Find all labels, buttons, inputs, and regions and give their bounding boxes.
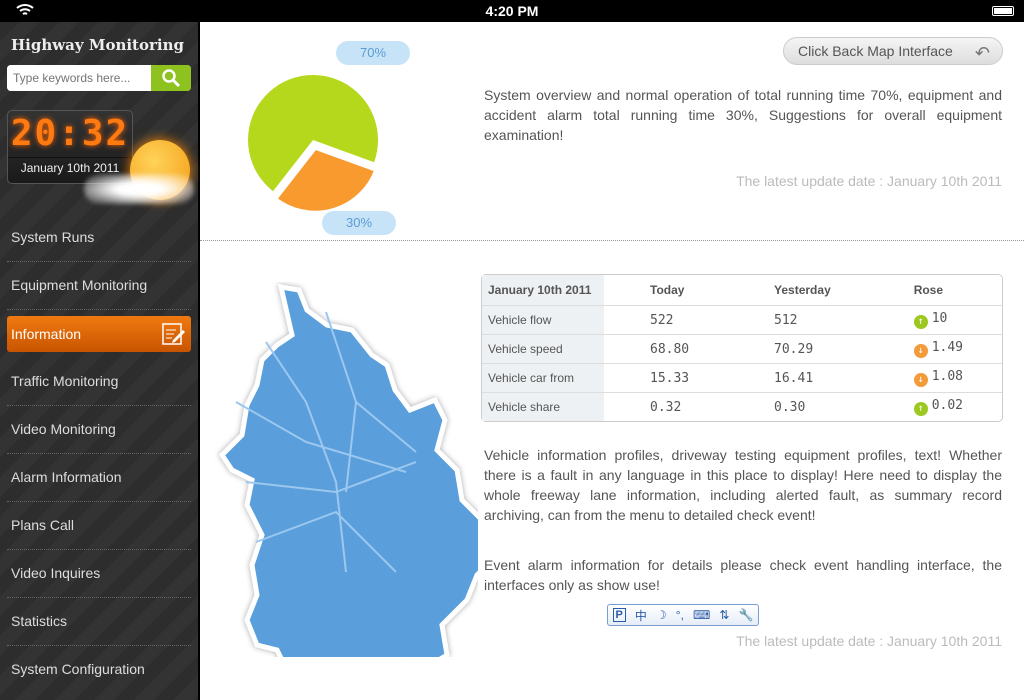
- table-header-today: Today: [650, 283, 685, 297]
- status-time: 4:20 PM: [485, 3, 539, 19]
- sidebar-item-traffic-monitoring[interactable]: Traffic Monitoring: [7, 358, 191, 406]
- sidebar-item-equipment-monitoring[interactable]: Equipment Monitoring: [7, 262, 191, 310]
- row-rose: ↑ 0.02: [877, 392, 1002, 421]
- search-button[interactable]: [151, 65, 191, 91]
- ime-wrench-icon[interactable]: 🔧: [738, 608, 753, 622]
- sidebar-item-label: Video Inquires: [11, 565, 101, 581]
- pie-chart: [248, 74, 379, 215]
- row-yesterday: 70.29: [728, 334, 878, 363]
- table-header-date: January 10th 2011: [482, 275, 604, 305]
- pie-label-alarm: 30%: [322, 211, 396, 235]
- row-today: 0.32: [604, 392, 729, 421]
- row-label: Vehicle speed: [482, 334, 604, 363]
- search-icon: [162, 69, 181, 88]
- row-rose: ↑ 10: [877, 305, 1002, 334]
- row-yesterday: 0.30: [728, 392, 878, 421]
- battery-icon: [992, 6, 1014, 16]
- ime-toolbar[interactable]: P 中 ☽ °, ⌨ ⇅ 🔧: [607, 604, 759, 626]
- sidebar-item-label: Equipment Monitoring: [11, 277, 148, 293]
- ime-moon-icon[interactable]: ☽: [656, 608, 667, 622]
- row-label: Vehicle share: [482, 392, 604, 421]
- search-input[interactable]: [7, 65, 151, 91]
- cloud-icon: [84, 174, 194, 204]
- row-rose-value: 0.02: [931, 398, 963, 413]
- section-divider: [200, 240, 1024, 241]
- row-label: Vehicle flow: [482, 305, 604, 334]
- sidebar-item-label: Traffic Monitoring: [11, 373, 119, 389]
- sidebar-nav: System Runs Equipment Monitoring Informa…: [7, 214, 191, 694]
- vehicle-info-text: Vehicle information profiles, driveway t…: [484, 447, 1002, 523]
- row-yesterday: 512: [728, 305, 878, 334]
- row-today: 15.33: [604, 363, 729, 392]
- clock-widget: 20:32 January 10th 2011: [7, 110, 133, 184]
- ime-chinese-toggle[interactable]: 中: [635, 607, 647, 624]
- sidebar: Highway Monitoring 20:32 January 10th 20…: [0, 22, 198, 700]
- table-header-rose: Rose: [913, 283, 944, 297]
- region-map: [218, 283, 478, 657]
- table-header-yesterday: Yesterday: [774, 283, 831, 297]
- table-row: Vehicle flow 522 512 ↑ 10: [482, 305, 1002, 334]
- overview-text: System overview and normal operation of …: [484, 87, 1002, 143]
- ime-punctuation-toggle[interactable]: °,: [676, 608, 684, 622]
- sidebar-item-alarm-information[interactable]: Alarm Information: [7, 454, 191, 502]
- sidebar-item-label: System Configuration: [11, 661, 145, 677]
- vehicle-table: January 10th 2011 Today Yesterday Rose V…: [481, 274, 1003, 422]
- sidebar-item-video-inquires[interactable]: Video Inquires: [7, 550, 191, 598]
- sidebar-item-statistics[interactable]: Statistics: [7, 598, 191, 646]
- search-box: [7, 65, 191, 91]
- sidebar-item-plans-call[interactable]: Plans Call: [7, 502, 191, 550]
- vehicle-update-date: The latest update date : January 10th 20…: [736, 633, 1002, 649]
- app-title: Highway Monitoring: [11, 36, 184, 54]
- sidebar-item-information[interactable]: Information: [7, 316, 191, 352]
- status-bar: 4:20 PM: [0, 0, 1024, 22]
- back-arrow-icon: ↶: [974, 43, 990, 63]
- edit-note-icon: [162, 323, 185, 345]
- arrow-down-icon: ↓: [913, 344, 928, 358]
- arrow-down-icon: ↓: [913, 373, 928, 387]
- back-map-button[interactable]: Click Back Map Interface ↶: [783, 37, 1003, 65]
- row-rose-value: 1.49: [931, 340, 963, 355]
- row-rose-value: 10: [931, 311, 948, 326]
- sidebar-item-label: System Runs: [11, 229, 95, 245]
- clock-time: 20:32: [10, 113, 130, 154]
- sidebar-item-system-runs[interactable]: System Runs: [7, 214, 191, 262]
- row-rose: ↓ 1.49: [877, 334, 1002, 363]
- event-alarm-text: Event alarm information for details plea…: [484, 557, 1002, 593]
- table-row: Vehicle car from 15.33 16.41 ↓ 1.08: [482, 363, 1002, 392]
- table-row: Vehicle speed 68.80 70.29 ↓ 1.49: [482, 334, 1002, 363]
- arrow-up-icon: ↑: [913, 315, 928, 329]
- back-map-label: Click Back Map Interface: [798, 43, 953, 59]
- sidebar-item-label: Alarm Information: [11, 469, 122, 485]
- sidebar-item-label: Video Monitoring: [11, 421, 116, 437]
- main-content: 70% 30% Click Back Map Interface ↶ System…: [200, 22, 1024, 700]
- sidebar-item-video-monitoring[interactable]: Video Monitoring: [7, 406, 191, 454]
- row-today: 522: [604, 305, 729, 334]
- row-yesterday: 16.41: [728, 363, 878, 392]
- overview-update-date: The latest update date : January 10th 20…: [736, 173, 1002, 189]
- sidebar-item-label: Plans Call: [11, 517, 75, 533]
- row-rose-value: 1.08: [931, 369, 963, 384]
- sidebar-item-system-configuration[interactable]: System Configuration: [7, 646, 191, 694]
- ime-arrows-icon[interactable]: ⇅: [719, 608, 729, 622]
- table-row: Vehicle share 0.32 0.30 ↑ 0.02: [482, 392, 1002, 421]
- wifi-icon: [16, 4, 34, 15]
- row-today: 68.80: [604, 334, 729, 363]
- row-label: Vehicle car from: [482, 363, 604, 392]
- sidebar-item-label: Statistics: [11, 613, 68, 629]
- table-header-row: January 10th 2011 Today Yesterday Rose: [482, 275, 1002, 305]
- pie-label-running: 70%: [336, 41, 410, 65]
- arrow-up-icon: ↑: [913, 402, 928, 416]
- row-rose: ↓ 1.08: [877, 363, 1002, 392]
- ime-keyboard-icon[interactable]: ⌨: [693, 608, 710, 622]
- ime-p-icon[interactable]: P: [612, 608, 626, 622]
- sidebar-item-label: Information: [11, 326, 82, 342]
